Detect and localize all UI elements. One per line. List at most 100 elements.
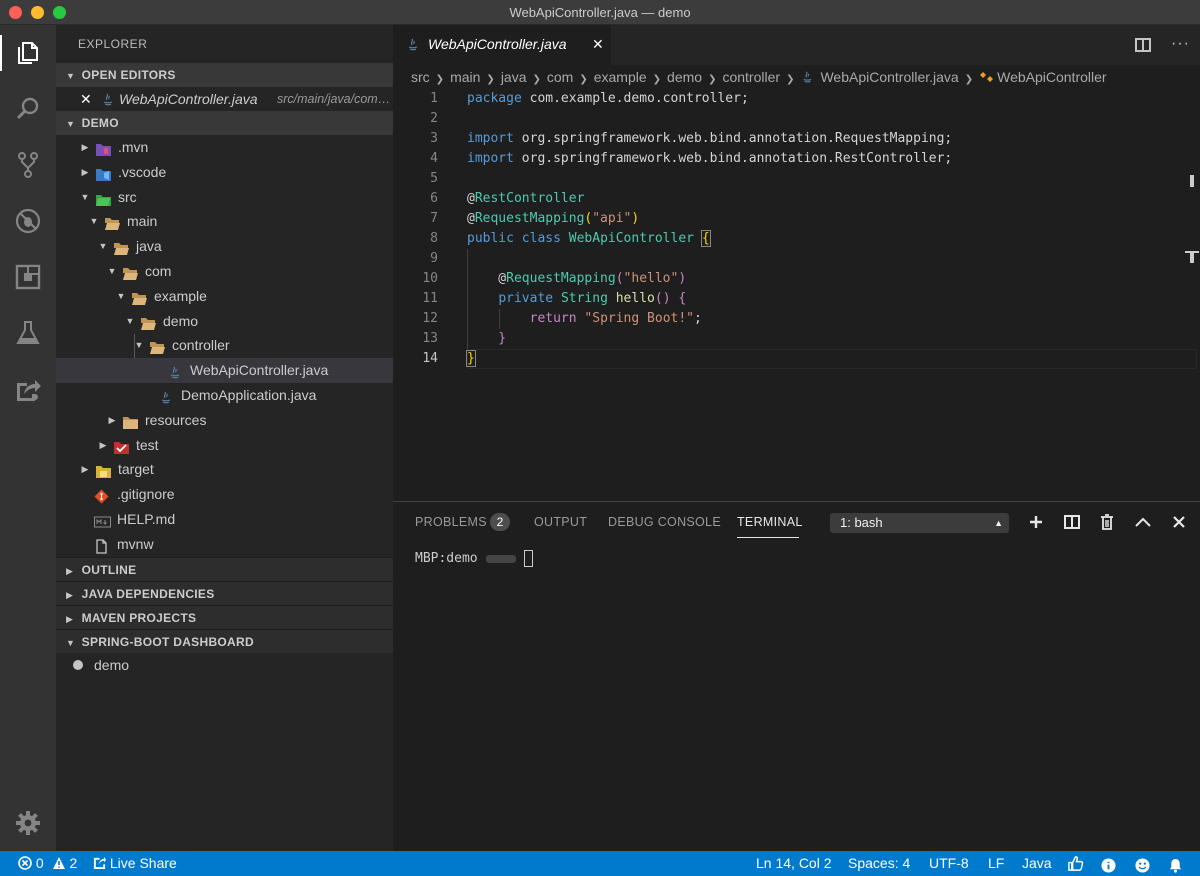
tree-item[interactable]: DemoApplication.java (56, 383, 393, 408)
chevron-right-icon[interactable]: ▶ (107, 408, 117, 433)
breadcrumb-segment[interactable]: example (594, 69, 647, 85)
outline-header[interactable]: ▶ OUTLINE (56, 556, 393, 581)
trash-icon[interactable] (1098, 513, 1116, 531)
tree-item[interactable]: ▶ .vscode (56, 160, 393, 185)
language-status[interactable]: Java (1022, 851, 1052, 876)
code-line[interactable]: 6 @RestController (393, 189, 1200, 209)
info-icon[interactable] (1101, 856, 1116, 876)
code-line[interactable]: 8 public class WebApiController { (393, 229, 1200, 249)
new-terminal-icon[interactable] (1027, 513, 1045, 531)
chevron-down-icon[interactable]: ▼ (89, 209, 99, 234)
tree-item[interactable]: mvnw (56, 532, 393, 557)
terminal-output[interactable]: MBP:demo (415, 550, 533, 567)
tab-problems[interactable]: PROBLEMS (415, 515, 487, 529)
gear-icon[interactable] (12, 807, 44, 839)
files-icon[interactable] (12, 37, 44, 69)
breadcrumb-segment[interactable]: src (411, 69, 430, 85)
tab-webapicontroller[interactable]: WebApiController.java ✕ (393, 25, 611, 65)
indentation-status[interactable]: Spaces: 4 (848, 851, 910, 876)
code-token: "hello" (623, 271, 679, 286)
extensions-icon[interactable] (12, 261, 44, 293)
chevron-down-icon[interactable]: ▼ (107, 259, 117, 284)
breadcrumb-segment[interactable]: WebApiController.java (820, 69, 958, 85)
tree-item[interactable]: ▼ demo (56, 309, 393, 334)
tab-output[interactable]: OUTPUT (534, 515, 587, 529)
chevron-down-icon[interactable]: ▼ (98, 234, 108, 259)
code-line[interactable]: 9 (393, 249, 1200, 269)
thumbs-up-icon[interactable] (1067, 855, 1084, 876)
maximize-panel-icon[interactable] (1134, 513, 1152, 531)
breadcrumb-segment[interactable]: main (450, 69, 480, 85)
split-terminal-icon[interactable] (1063, 513, 1081, 531)
live-share-status[interactable]: Live Share (93, 851, 177, 876)
eol-status[interactable]: LF (988, 851, 1004, 876)
more-actions-icon[interactable]: ··· (1171, 35, 1190, 53)
close-icon[interactable]: ✕ (80, 87, 92, 111)
code-line[interactable]: 3 import org.springframework.web.bind.ann… (393, 129, 1200, 149)
tree-item[interactable]: ▶ target (56, 457, 393, 482)
tree-item[interactable]: ▶ test (56, 433, 393, 458)
debug-icon[interactable] (12, 205, 44, 237)
breadcrumb-segment[interactable]: com (547, 69, 573, 85)
open-editor-item[interactable]: ✕ WebApiController.java src/main/java/co… (56, 87, 393, 111)
feedback-smiley-icon[interactable] (1135, 856, 1150, 876)
tab-debug-console[interactable]: DEBUG CONSOLE (608, 515, 721, 529)
tab-close-icon[interactable]: ✕ (592, 36, 604, 53)
cursor-position[interactable]: Ln 14, Col 2 (756, 851, 832, 876)
chevron-down-icon[interactable]: ▼ (125, 309, 135, 334)
close-panel-icon[interactable] (1170, 513, 1188, 531)
code-line[interactable]: 4 import org.springframework.web.bind.ann… (393, 149, 1200, 169)
maven-projects-header[interactable]: ▶ MAVEN PROJECTS (56, 604, 393, 629)
warning-count: 2 (69, 855, 78, 871)
java-dependencies-header[interactable]: ▶ JAVA DEPENDENCIES (56, 580, 393, 605)
line-text: package com.example.demo.controller; (467, 89, 749, 109)
tab-terminal[interactable]: TERMINAL (737, 515, 803, 529)
project-header[interactable]: ▼ DEMO (56, 111, 393, 135)
tree-item[interactable]: ▼ controller (56, 333, 393, 358)
dashboard-item-demo[interactable]: demo (56, 653, 393, 678)
code-line[interactable]: 12 return "Spring Boot!"; (393, 309, 1200, 329)
spring-boot-dashboard-header[interactable]: ▼ SPRING-BOOT DASHBOARD (56, 628, 393, 653)
code-line[interactable]: 1 package com.example.demo.controller; (393, 89, 1200, 109)
code-line[interactable]: 10 @RequestMapping("hello") (393, 269, 1200, 289)
encoding-status[interactable]: UTF-8 (929, 851, 969, 876)
terminal-select[interactable]: 1: bash ▲ (830, 513, 1009, 533)
tree-item[interactable]: ▼ src (56, 185, 393, 210)
split-editor-icon[interactable] (1135, 38, 1151, 52)
open-editors-header[interactable]: ▼ OPEN EDITORS (56, 63, 393, 87)
chevron-right-icon[interactable]: ▶ (80, 457, 90, 482)
tree-item[interactable]: ▼ java (56, 234, 393, 259)
tree-item[interactable]: ▶ .mvn (56, 135, 393, 160)
chevron-right-icon[interactable]: ▶ (80, 160, 90, 185)
code-line[interactable]: 11 private String hello() { (393, 289, 1200, 309)
chevron-down-icon[interactable]: ▼ (116, 284, 126, 309)
tree-item[interactable]: ▶ resources (56, 408, 393, 433)
breadcrumb-segment[interactable]: WebApiController (997, 69, 1106, 85)
code-line[interactable]: 5 (393, 169, 1200, 189)
bell-icon[interactable] (1168, 856, 1183, 876)
chevron-right-icon[interactable]: ▶ (80, 135, 90, 160)
chevron-down-icon[interactable]: ▼ (80, 185, 90, 210)
chevron-right-icon[interactable]: ▶ (98, 433, 108, 458)
code-token: org.springframework.web.bind.annotation.… (513, 131, 953, 146)
code-line[interactable]: 14} (393, 349, 1200, 369)
tree-item[interactable]: .gitignore (56, 482, 393, 507)
problems-status[interactable]: 0 2 (18, 851, 77, 876)
code-line[interactable]: 7 @RequestMapping("api") (393, 209, 1200, 229)
breadcrumb-segment[interactable]: java (501, 69, 527, 85)
chevron-down-icon[interactable]: ▼ (134, 333, 144, 358)
code-editor[interactable]: 1 package com.example.demo.controller; 2 3 i… (393, 89, 1200, 389)
code-line[interactable]: 2 (393, 109, 1200, 129)
search-icon[interactable] (12, 93, 44, 125)
tree-item[interactable]: ▼ example (56, 284, 393, 309)
tree-item[interactable]: WebApiController.java (56, 358, 393, 383)
breadcrumb-segment[interactable]: demo (667, 69, 702, 85)
tree-item[interactable]: HELP.md (56, 507, 393, 532)
tree-item[interactable]: ▼ main (56, 209, 393, 234)
code-line[interactable]: 13 } (393, 329, 1200, 349)
tree-item[interactable]: ▼ com (56, 259, 393, 284)
breadcrumb-segment[interactable]: controller (722, 69, 780, 85)
source-control-icon[interactable] (12, 149, 44, 181)
live-share-icon[interactable] (12, 373, 44, 405)
test-icon[interactable] (12, 317, 44, 349)
